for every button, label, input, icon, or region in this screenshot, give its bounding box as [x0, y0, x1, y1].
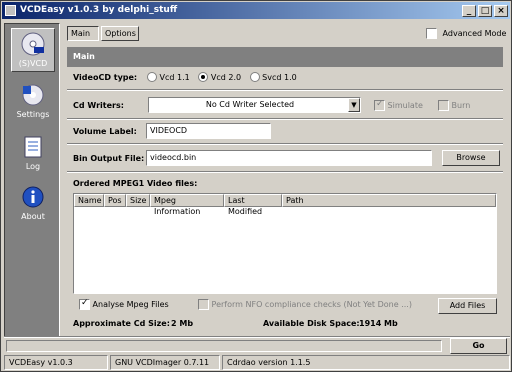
analyse-label: Analyse Mpeg Files [92, 300, 169, 309]
sidebar-item-svcd[interactable]: (S)VCD [5, 28, 61, 72]
simulate-toggle[interactable]: Simulate [374, 99, 423, 111]
radio-svcd10[interactable]: Svcd 1.0 [249, 72, 297, 82]
sidebar-item-label: Log [25, 162, 41, 171]
advanced-mode-checkbox[interactable] [426, 28, 437, 39]
column-header-mpeg-info[interactable]: Mpeg Information [150, 194, 224, 216]
burn-label: Burn [451, 101, 471, 110]
maximize-icon[interactable]: □ [478, 5, 492, 17]
cd-writer-value: No Cd Writer Selected [205, 100, 295, 109]
nfo-checkbox[interactable] [198, 299, 209, 310]
title-bar[interactable]: VCDEasy v1.0.3 by delphi_stuff _ □ × [2, 2, 510, 19]
burn-toggle[interactable]: Burn [438, 100, 470, 111]
videocd-type-group: Vcd 1.1 Vcd 2.0 Svcd 1.0 [147, 72, 297, 82]
minimize-icon[interactable]: _ [462, 5, 476, 17]
sidebar-item-label: (S)VCD [18, 59, 48, 68]
divider [67, 171, 503, 173]
analyse-toggle[interactable]: Analyse Mpeg Files [79, 298, 169, 310]
disk-space-value: 1914 Mb [359, 319, 398, 328]
sidebar-item-settings[interactable]: Settings [5, 80, 61, 124]
app-icon [5, 5, 16, 16]
sidebar-item-about[interactable]: About [5, 182, 61, 226]
go-button[interactable]: Go [450, 338, 507, 354]
sidebar-item-label: Settings [16, 110, 50, 119]
chevron-down-icon[interactable]: ▼ [348, 98, 360, 112]
divider [67, 118, 503, 120]
close-icon[interactable]: × [494, 5, 508, 17]
video-files-list[interactable]: Name Pos Size Mpeg Information Last Modi… [73, 193, 497, 294]
column-header-size[interactable]: Size [126, 194, 150, 207]
advanced-mode-label: Advanced Mode [442, 29, 507, 38]
sidebar-item-label: About [21, 212, 45, 221]
browse-button[interactable]: Browse [442, 150, 500, 166]
nfo-label: Perform NFO compliance checks (Not Yet D… [211, 300, 412, 309]
video-files-label: Ordered MPEG1 Video files: [73, 179, 198, 188]
nfo-toggle[interactable]: Perform NFO compliance checks (Not Yet D… [198, 299, 412, 310]
tab-options[interactable]: Options [101, 26, 139, 41]
log-document-icon [24, 136, 42, 158]
burn-checkbox[interactable] [438, 100, 449, 111]
cd-writer-select[interactable]: No Cd Writer Selected ▼ [148, 97, 361, 113]
simulate-checkbox[interactable] [374, 99, 385, 111]
sidebar: (S)VCD Settings Log About [4, 23, 60, 338]
bin-output-input[interactable]: videocd.bin [146, 150, 432, 166]
status-vcdimager: GNU VCDImager 0.7.11 [110, 355, 220, 370]
simulate-label: Simulate [387, 101, 423, 110]
column-header-name[interactable]: Name [74, 194, 104, 207]
volume-label-label: Volume Label: [73, 127, 137, 136]
panel-header: Main [67, 47, 503, 67]
info-icon [22, 186, 44, 208]
divider [67, 143, 503, 145]
bin-output-label: Bin Output File: [73, 154, 145, 163]
column-header-path[interactable]: Path [282, 194, 496, 207]
advanced-mode-toggle[interactable]: Advanced Mode [426, 28, 506, 39]
sidebar-selection: (S)VCD [11, 28, 55, 72]
approx-size-value: 2 Mb [171, 319, 194, 328]
disk-space-label: Available Disk Space: [263, 319, 360, 328]
status-bar: VCDEasy v1.0.3 GNU VCDImager 0.7.11 Cdrd… [4, 355, 510, 370]
videocd-type-label: VideoCD type: [73, 73, 138, 82]
column-header-last-modified[interactable]: Last Modified [224, 194, 282, 216]
radio-vcd11[interactable]: Vcd 1.1 [147, 72, 190, 82]
app-window: VCDEasy v1.0.3 by delphi_stuff _ □ × (S)… [0, 0, 512, 372]
sidebar-item-log[interactable]: Log [5, 132, 61, 176]
status-cdrdao: Cdrdao version 1.1.5 [222, 355, 510, 370]
divider [67, 89, 503, 91]
volume-label-input[interactable]: VIDEOCD [146, 123, 271, 139]
settings-cd-icon [22, 84, 44, 106]
divider [4, 336, 510, 338]
radio-vcd20[interactable]: Vcd 2.0 [198, 72, 241, 82]
cd-writers-label: Cd Writers: [73, 101, 124, 110]
cd-icon [21, 32, 45, 56]
tab-main[interactable]: Main [67, 26, 99, 41]
window-title: VCDEasy v1.0.3 by delphi_stuff [20, 5, 178, 15]
progress-bar [6, 340, 442, 352]
add-files-button[interactable]: Add Files [438, 298, 497, 314]
approx-size-label: Approximate Cd Size: [73, 319, 170, 328]
column-header-pos[interactable]: Pos [104, 194, 126, 207]
analyse-checkbox[interactable] [79, 298, 90, 310]
status-version: VCDEasy v1.0.3 [4, 355, 108, 370]
